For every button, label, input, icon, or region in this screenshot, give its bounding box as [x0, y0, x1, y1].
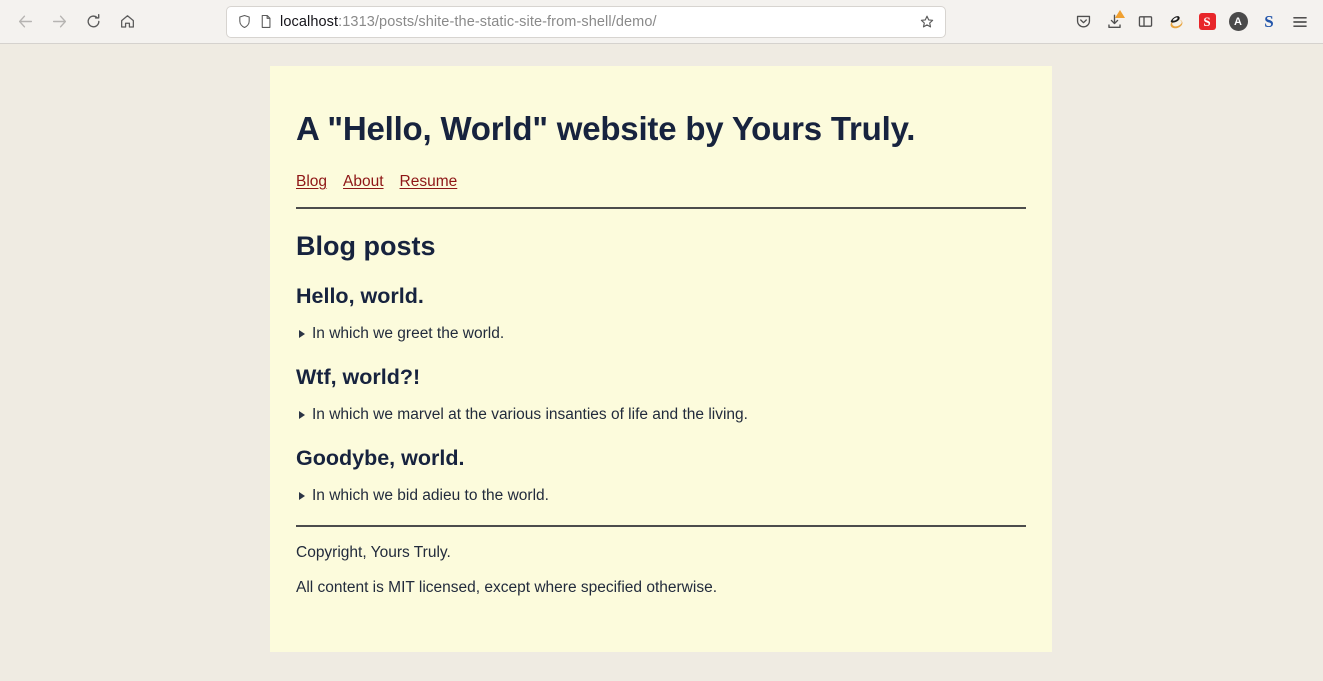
- reload-icon: [87, 14, 100, 28]
- post-title[interactable]: Goodybe, world.: [296, 446, 1026, 471]
- url-text: localhost:1313/posts/shite-the-static-si…: [280, 14, 912, 30]
- post-summary-text: In which we marvel at the various insant…: [312, 406, 748, 423]
- footer-license: All content is MIT licensed, except wher…: [296, 579, 717, 596]
- page-icon[interactable]: [259, 14, 273, 29]
- toolbar-extensions: S A S: [1068, 7, 1323, 37]
- post-summary-text: In which we bid adieu to the world.: [312, 487, 549, 504]
- nav-link-resume[interactable]: Resume: [400, 173, 458, 191]
- urlbar-container: localhost:1313/posts/shite-the-static-si…: [144, 5, 1068, 38]
- reload-button[interactable]: [76, 6, 110, 38]
- browser-toolbar: localhost:1313/posts/shite-the-static-si…: [0, 0, 1323, 44]
- sidebar-icon[interactable]: [1130, 7, 1160, 37]
- post-summary-disclosure[interactable]: In which we marvel at the various insant…: [296, 406, 1026, 424]
- forward-arrow-icon: [52, 15, 66, 28]
- download-badge-icon: [1115, 9, 1125, 18]
- forward-button[interactable]: [42, 6, 76, 38]
- address-bar[interactable]: localhost:1313/posts/shite-the-static-si…: [226, 5, 946, 38]
- post-entry: Wtf, world?! In which we marvel at the v…: [296, 365, 1026, 424]
- footer-copyright: Copyright, Yours Truly.: [296, 544, 451, 561]
- post-entry: Goodybe, world. In which we bid adieu to…: [296, 446, 1026, 505]
- account-avatar-icon[interactable]: A: [1223, 7, 1253, 37]
- browser-viewport: A "Hello, World" website by Yours Truly.…: [0, 44, 1323, 681]
- downloads-icon[interactable]: [1099, 7, 1129, 37]
- home-icon: [120, 15, 134, 28]
- disclosure-triangle-icon: [299, 411, 305, 419]
- post-title[interactable]: Wtf, world?!: [296, 365, 1026, 390]
- home-button[interactable]: [110, 6, 144, 38]
- post-summary-text: In which we greet the world.: [312, 325, 505, 342]
- page-title: A "Hello, World" website by Yours Truly.: [296, 110, 916, 147]
- star-icon[interactable]: [919, 14, 937, 30]
- post-summary-disclosure[interactable]: In which we bid adieu to the world.: [296, 487, 1026, 505]
- shield-icon[interactable]: [237, 14, 252, 29]
- avatar-glyph: A: [1228, 12, 1248, 31]
- post-summary-disclosure[interactable]: In which we greet the world.: [296, 325, 1026, 343]
- nav-link-about[interactable]: About: [343, 173, 384, 191]
- extension-red-s-glyph: S: [1198, 13, 1216, 30]
- disclosure-triangle-icon: [299, 492, 305, 500]
- nav-link-blog[interactable]: Blog: [296, 173, 327, 191]
- back-arrow-icon: [18, 15, 32, 28]
- extension-badger-icon[interactable]: [1161, 7, 1191, 37]
- page-footer: Copyright, Yours Truly. All content is M…: [296, 525, 1026, 597]
- app-menu-icon[interactable]: [1285, 7, 1315, 37]
- navigation-button-group: [0, 6, 144, 38]
- extension-blue-s-glyph: S: [1264, 11, 1274, 31]
- post-entry: Hello, world. In which we greet the worl…: [296, 284, 1026, 343]
- site-navigation: Blog About Resume: [296, 173, 1026, 191]
- url-path: :1313/posts/shite-the-static-site-from-s…: [338, 13, 657, 30]
- extension-blue-s-icon[interactable]: S: [1254, 7, 1284, 37]
- disclosure-triangle-icon: [299, 330, 305, 338]
- extension-red-s-icon[interactable]: S: [1192, 7, 1222, 37]
- page-content-card: A "Hello, World" website by Yours Truly.…: [270, 66, 1052, 652]
- url-host: localhost: [280, 13, 339, 30]
- header-divider: [296, 207, 1026, 209]
- back-button[interactable]: [8, 6, 42, 38]
- post-title[interactable]: Hello, world.: [296, 284, 1026, 309]
- pocket-icon[interactable]: [1068, 7, 1098, 37]
- section-heading-blog-posts: Blog posts: [296, 231, 436, 261]
- footer-divider: [296, 525, 1026, 527]
